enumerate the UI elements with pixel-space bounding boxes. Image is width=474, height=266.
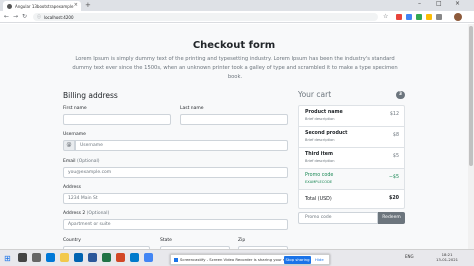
share-icon <box>174 257 178 262</box>
email-label: Email (Optional) <box>63 159 100 164</box>
cart-item-desc: Brief description <box>305 159 335 163</box>
promo-code: EXAMPLECODE <box>305 180 333 184</box>
cart-item-price: $5 <box>392 154 399 159</box>
page-lead: Lorem Ipsum is simply dummy text of the … <box>72 56 398 80</box>
cart-item-name: Product name <box>305 110 343 115</box>
word-icon[interactable] <box>88 253 97 262</box>
cart-list: Product name Brief description $12 Secon… <box>298 105 405 209</box>
country-label: Country <box>63 238 81 243</box>
cart-item-desc: Brief description <box>305 117 335 121</box>
close-window-icon[interactable]: × <box>455 0 460 7</box>
email-input[interactable]: you@example.com <box>63 167 288 178</box>
minimize-icon[interactable]: – <box>418 0 421 7</box>
clock[interactable]: 18:21 13-01-2021 <box>436 252 458 262</box>
redeem-button[interactable]: Redeem <box>378 212 405 224</box>
task-view-icon[interactable] <box>32 253 41 262</box>
windows-start-icon[interactable]: ⊞ <box>4 254 11 263</box>
extension-icon[interactable] <box>406 14 412 20</box>
zip-label: Zip <box>238 238 246 243</box>
excel-icon[interactable] <box>102 253 111 262</box>
promo-form: Promo code Redeem <box>298 212 405 224</box>
cart-item-name: Third item <box>305 152 333 157</box>
promo-code-input[interactable]: Promo code <box>298 212 378 224</box>
state-label: State <box>160 238 172 243</box>
scrollbar-thumb[interactable] <box>469 26 473 166</box>
first-name-input[interactable] <box>63 114 171 125</box>
language-indicator[interactable]: ENG <box>405 254 414 259</box>
cart-total-row: Total (USD) $20 <box>299 190 404 208</box>
cart-item: Third item Brief description $5 <box>299 148 404 169</box>
site-info-icon[interactable]: ⓘ <box>37 14 41 20</box>
last-name-label: Last name <box>180 106 204 111</box>
hide-button[interactable]: Hide <box>315 256 324 264</box>
browser-toolbar: ← → ↻ ⓘ localhost:4200 ☆ <box>0 11 474 23</box>
address-bar[interactable]: ⓘ localhost:4200 <box>33 13 378 21</box>
cart-count-badge: 3 <box>396 91 405 99</box>
promo-name: Promo code <box>305 173 334 178</box>
cart-item-price: $8 <box>392 133 399 138</box>
total-label: Total (USD) <box>305 197 332 202</box>
close-tab-icon[interactable]: × <box>74 2 78 8</box>
reload-icon[interactable]: ↻ <box>22 13 27 20</box>
extensions-puzzle-icon[interactable] <box>436 14 442 20</box>
cart-item-price: $12 <box>389 112 399 117</box>
page-title: Checkout form <box>192 40 276 51</box>
address2-label: Address 2 (Optional) <box>63 211 110 216</box>
store-icon[interactable] <box>74 253 83 262</box>
profile-avatar[interactable] <box>454 13 462 21</box>
browser-tab[interactable]: Angular 13bootstrapexample × <box>3 1 81 11</box>
cart-heading: Your cart <box>298 90 332 99</box>
chrome-icon[interactable] <box>144 253 153 262</box>
extension-icon[interactable] <box>416 14 422 20</box>
total-price: $20 <box>388 196 399 201</box>
star-icon[interactable]: ☆ <box>383 13 388 20</box>
cart-item: Product name Brief description $12 <box>299 106 404 127</box>
first-name-label: First name <box>63 106 87 111</box>
angular-favicon-icon <box>7 3 12 9</box>
tab-title: Angular 13bootstrapexample <box>15 3 74 9</box>
at-prefix: @ <box>63 140 75 151</box>
forward-icon[interactable]: → <box>13 13 18 20</box>
powerpoint-icon[interactable] <box>116 253 125 262</box>
browser-tabstrip: Angular 13bootstrapexample × + – □ × <box>0 0 474 11</box>
maximize-icon[interactable]: □ <box>436 0 442 7</box>
extension-icon[interactable] <box>396 14 402 20</box>
share-text: Screencastify - Screen Video Recorder is… <box>180 257 297 262</box>
search-icon[interactable] <box>18 253 27 262</box>
cart-item-name: Second product <box>305 131 348 136</box>
cart-item-desc: Brief description <box>305 138 335 142</box>
cart-promo-row: Promo code EXAMPLECODE −$5 <box>299 169 404 190</box>
billing-heading: Billing address <box>63 91 118 100</box>
url-text: localhost:4200 <box>44 14 74 20</box>
username-label: Username <box>63 132 86 137</box>
stop-sharing-button[interactable]: Stop sharing <box>284 256 311 264</box>
new-tab-button[interactable]: + <box>85 1 91 9</box>
clock-date: 13-01-2021 <box>436 257 459 262</box>
address-label: Address <box>63 185 81 190</box>
cart-item: Second product Brief description $8 <box>299 127 404 148</box>
address2-input[interactable]: Apartment or suite <box>63 219 288 230</box>
back-icon[interactable]: ← <box>4 13 9 20</box>
username-input[interactable]: Username <box>75 140 288 151</box>
edge-icon[interactable] <box>46 253 55 262</box>
vscode-icon[interactable] <box>130 253 139 262</box>
address-input[interactable]: 1234 Main St <box>63 193 288 204</box>
promo-discount: −$5 <box>388 175 399 180</box>
file-explorer-icon[interactable] <box>60 253 69 262</box>
last-name-input[interactable] <box>180 114 288 125</box>
extension-icon[interactable] <box>426 14 432 20</box>
screen-share-banner: Screencastify - Screen Video Recorder is… <box>170 254 330 265</box>
